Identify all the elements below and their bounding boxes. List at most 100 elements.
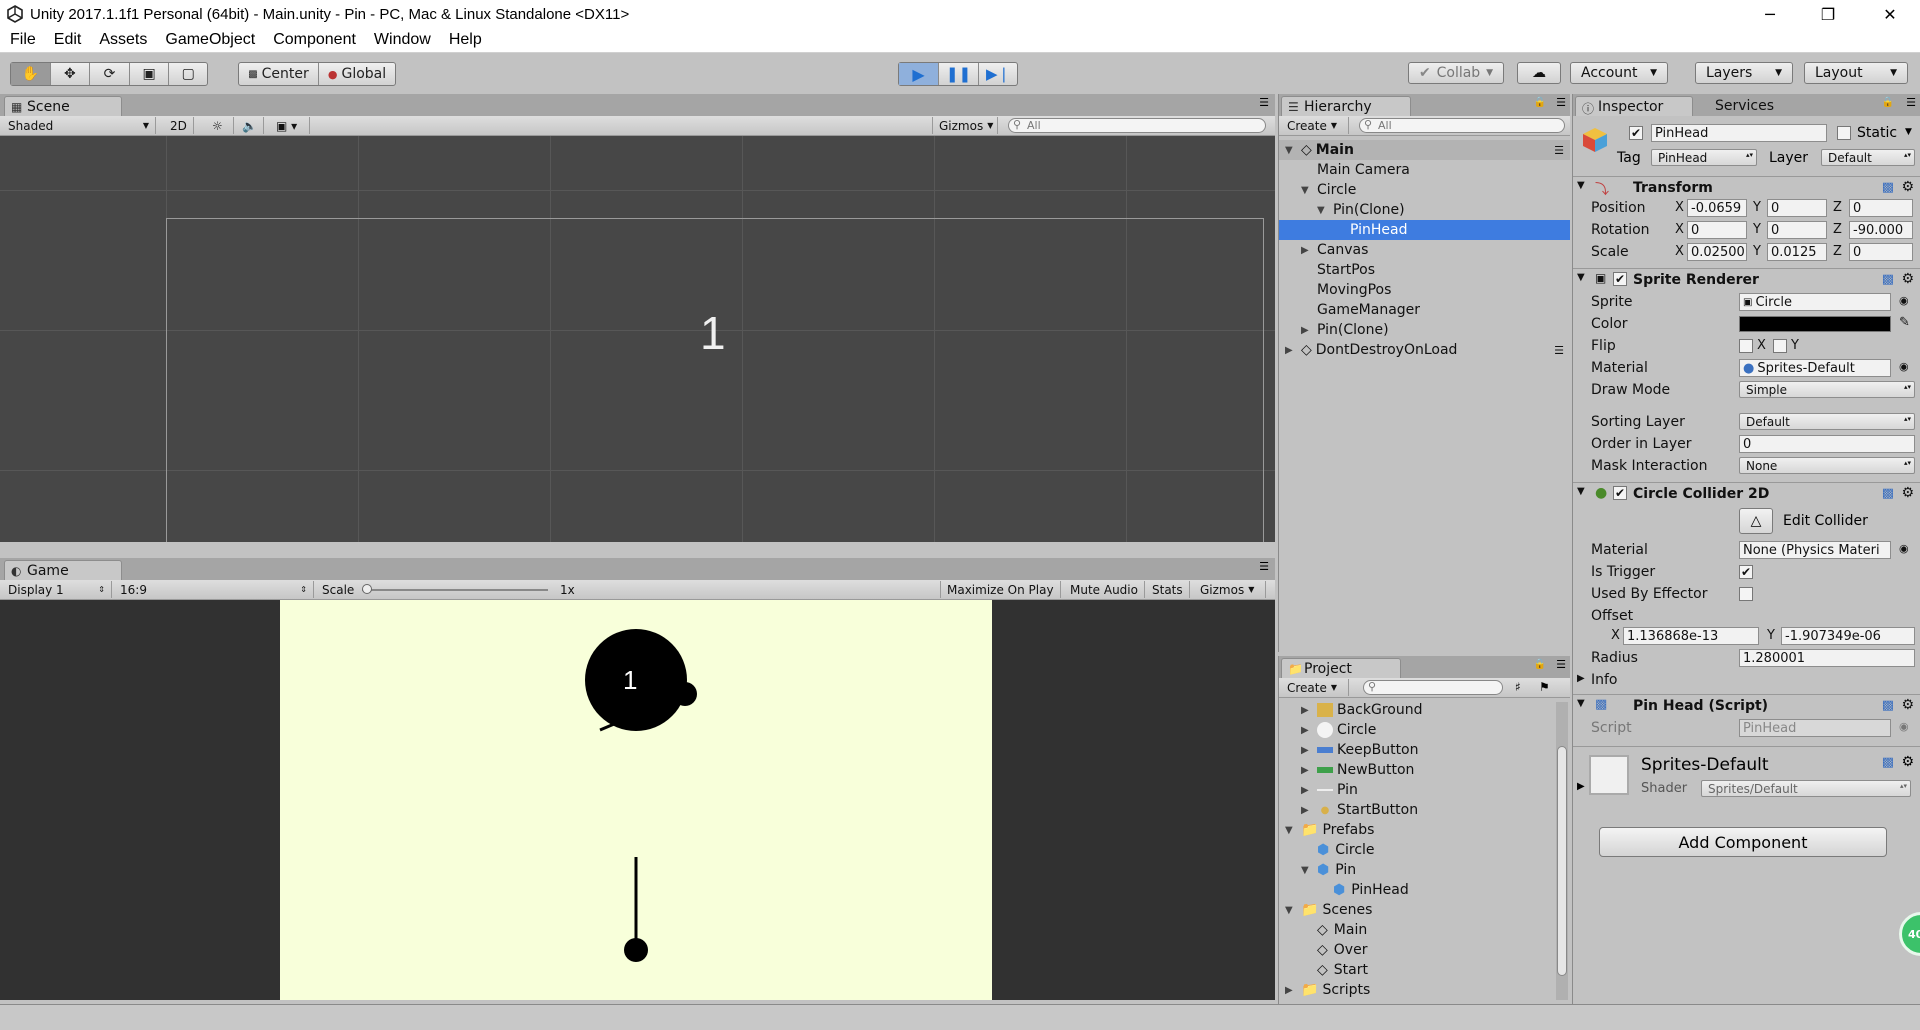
effects-dropdown-icon[interactable]: ▣ ▾ [270,117,310,134]
scale-z-field[interactable]: 0 [1849,243,1913,261]
offset-x-field[interactable]: 1.136868e-13 [1623,627,1759,645]
physics-material-field[interactable]: None (Physics Materi [1739,541,1891,559]
object-picker-icon[interactable]: ◉ [1899,294,1909,307]
position-z-field[interactable]: 0 [1849,199,1913,217]
scene-over[interactable]: ◇ Over [1279,940,1556,960]
scene-menu-icon[interactable]: ☰ [1554,144,1564,157]
asset-startbutton[interactable]: ▶ ● StartButton [1279,800,1556,820]
help-book-icon[interactable]: ▩ [1882,486,1894,501]
object-name-field[interactable]: PinHead [1651,124,1827,142]
project-create-dropdown[interactable]: Create ▼ [1281,679,1349,696]
tag-dropdown[interactable]: PinHead [1651,149,1757,166]
rotation-z-field[interactable]: -90.000 [1849,221,1913,239]
asset-circle-sprite[interactable]: ▶ Circle [1279,720,1556,740]
aspect-dropdown[interactable]: 16:9 ⇕ [114,581,314,598]
offset-y-field[interactable]: -1.907349e-06 [1781,627,1915,645]
color-swatch[interactable] [1739,316,1891,332]
scene-main[interactable]: ◇ Main [1279,920,1556,940]
used-by-effector-checkbox[interactable] [1739,587,1753,601]
asset-keepbutton[interactable]: ▶ KeepButton [1279,740,1556,760]
scene-gizmos-dropdown[interactable]: Gizmos ▼ [932,117,998,134]
prefab-circle[interactable]: ⬢ Circle [1279,840,1556,860]
folder-prefabs[interactable]: ▼ 📁 Prefabs [1279,820,1556,840]
sprite-field[interactable]: ▣ Circle [1739,293,1891,311]
game-canvas[interactable]: 1 [280,600,992,1000]
material-field[interactable]: ● Sprites-Default [1739,359,1891,377]
tree-item-pinhead[interactable]: PinHead [1279,220,1570,240]
menu-help[interactable]: Help [449,31,482,49]
folder-scripts[interactable]: ▶ 📁 Scripts [1279,980,1556,1000]
tree-item-main-camera[interactable]: Main Camera [1279,160,1570,180]
tab-inspector[interactable]: ⓘ Inspector [1575,96,1693,116]
shading-mode-dropdown[interactable]: Shaded ▼ [2,117,156,134]
hand-tool-icon[interactable]: ✋ [11,63,51,85]
panel-menu-icon[interactable]: ☰ [1556,96,1566,109]
flip-y-checkbox[interactable] [1773,339,1787,353]
tab-project[interactable]: 📁 Project [1281,658,1401,678]
panel-menu-icon[interactable]: ☰ [1906,96,1916,109]
scale-y-field[interactable]: 0.0125 [1767,243,1827,261]
pinhead-script-header[interactable]: ▼ ▩ Pin Head (Script) ▩ ⚙ [1573,694,1920,716]
scale-tool-icon[interactable]: ▣ [130,63,170,85]
radius-field[interactable]: 1.280001 [1739,649,1915,667]
gear-icon[interactable]: ⚙ [1901,179,1914,195]
position-x-field[interactable]: -0.0659 [1687,199,1747,217]
folder-scenes[interactable]: ▼ 📁 Scenes [1279,900,1556,920]
tree-item-movingpos[interactable]: MovingPos [1279,280,1570,300]
help-book-icon[interactable]: ▩ [1882,755,1894,770]
expand-right-icon[interactable]: ▶ [1577,781,1585,792]
rotation-x-field[interactable]: 0 [1687,221,1747,239]
object-picker-icon[interactable]: ◉ [1899,542,1909,555]
hierarchy-create-dropdown[interactable]: Create ▼ [1281,117,1349,134]
rect-tool-icon[interactable]: ▢ [169,63,207,85]
performance-badge[interactable]: 40 [1899,912,1920,956]
audio-toggle-icon[interactable]: 🔈 [236,117,264,134]
maximize-on-play-toggle[interactable]: Maximize On Play [940,581,1061,598]
project-scrollbar[interactable] [1556,702,1568,1000]
active-checkbox[interactable]: ✔ [1629,126,1643,140]
circle-collider-header[interactable]: ▼ ● ✔ Circle Collider 2D ▩ ⚙ [1573,482,1920,504]
prefab-pin[interactable]: ▼ ⬢ Pin [1279,860,1556,880]
pause-button-icon[interactable]: ❚❚ [939,63,979,85]
stats-toggle[interactable]: Stats [1146,581,1190,598]
static-checkbox[interactable] [1837,126,1851,140]
scene-viewport[interactable]: 1 [0,136,1275,542]
cloud-button[interactable]: ☁ [1517,62,1561,84]
help-book-icon[interactable]: ▩ [1882,698,1894,713]
gear-icon[interactable]: ⚙ [1901,485,1914,501]
toggle-2d-button[interactable]: 2D [164,117,194,134]
tab-services[interactable]: Services [1703,96,1784,116]
position-y-field[interactable]: 0 [1767,199,1827,217]
order-in-layer-field[interactable]: 0 [1739,435,1915,453]
move-tool-icon[interactable]: ✥ [51,63,91,85]
layers-dropdown[interactable]: Layers ▼ [1695,62,1793,84]
sprite-renderer-header[interactable]: ▼ ▣ ✔ Sprite Renderer ▩ ⚙ [1573,268,1920,290]
help-book-icon[interactable]: ▩ [1882,180,1894,195]
static-dropdown-icon[interactable]: ▼ [1905,127,1912,137]
mask-interaction-dropdown[interactable]: None [1739,457,1915,474]
scene-start[interactable]: ◇ Start [1279,960,1556,980]
game-gizmos-dropdown[interactable]: Gizmos ▼ [1194,581,1266,598]
eyedropper-icon[interactable]: ✎ [1899,315,1910,330]
mute-audio-toggle[interactable]: Mute Audio [1064,581,1145,598]
play-button-icon[interactable]: ▶ [899,63,939,85]
panel-menu-icon[interactable]: ☰ [1259,560,1269,573]
lock-icon[interactable]: 🔒 [1534,97,1546,108]
layer-dropdown[interactable]: Default [1821,149,1915,166]
pivot-center-button[interactable]: ▩ Center [239,63,319,85]
scale-slider[interactable] [362,589,548,591]
filter-type-icon[interactable]: ♯ [1515,680,1521,694]
gear-icon[interactable]: ⚙ [1901,754,1914,770]
info-row[interactable]: ▶ Info [1573,670,1920,690]
transform-header[interactable]: ▼ ⤵ Transform ▩ ⚙ [1573,176,1920,198]
help-book-icon[interactable]: ▩ [1882,272,1894,287]
minimize-button[interactable]: ─ [1742,0,1798,28]
collab-dropdown[interactable]: ✔ Collab ▼ [1408,62,1504,84]
close-button[interactable]: ✕ [1862,0,1918,28]
panel-menu-icon[interactable]: ☰ [1556,658,1566,671]
add-component-button[interactable]: Add Component [1599,827,1887,857]
menu-file[interactable]: File [10,31,36,49]
gear-icon[interactable]: ⚙ [1901,271,1914,287]
sprite-renderer-enabled-checkbox[interactable]: ✔ [1613,272,1627,286]
tree-item-pin-clone-2[interactable]: ▶ Pin(Clone) [1279,320,1570,340]
